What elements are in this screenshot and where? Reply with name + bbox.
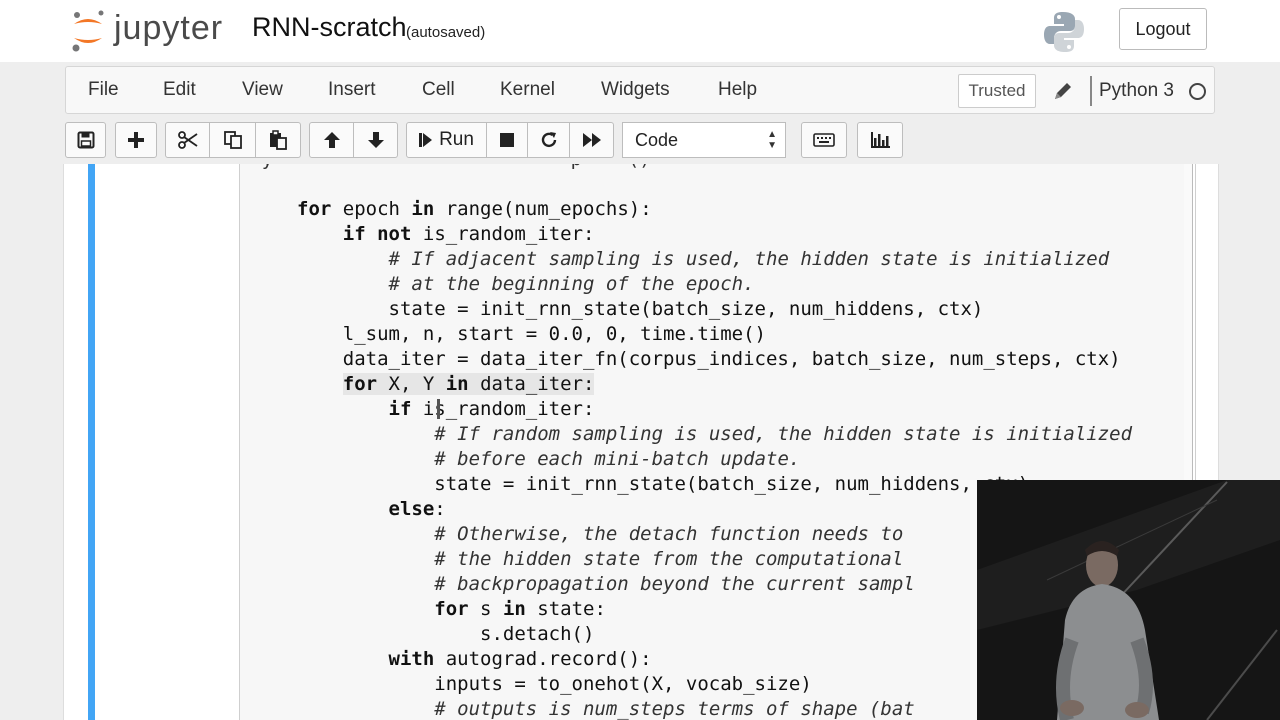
insert-cell-button[interactable] (115, 122, 157, 158)
bar-chart-icon (871, 132, 890, 148)
jupyter-logo-text: jupyter (114, 9, 224, 47)
code-line: for epoch in range(num_epochs): (297, 198, 652, 220)
code-line: state = init_rnn_state(batch_size, num_h… (297, 473, 1030, 495)
header: jupyter RNN-scratch (autosaved) Logout (0, 0, 1280, 62)
code-line: l_sum, n, start = 0.0, 0, time.time() (297, 323, 766, 345)
restart-button[interactable] (528, 122, 570, 158)
menu-widgets[interactable]: Widgets (601, 79, 670, 101)
selected-cell-indicator (88, 164, 95, 720)
code-line: if is_random_iter: (388, 398, 595, 420)
save-button[interactable] (65, 122, 106, 158)
menu-cell[interactable]: Cell (422, 79, 455, 101)
move-down-button[interactable] (354, 122, 398, 158)
arrow-down-icon (367, 132, 384, 148)
kernel-idle-indicator-icon (1189, 83, 1206, 100)
command-palette-button[interactable] (801, 122, 847, 158)
notebook-name[interactable]: RNN-scratch (252, 12, 407, 43)
cut-button[interactable] (165, 122, 210, 158)
code-line: # the hidden state from the computationa… (434, 548, 904, 570)
move-up-button[interactable] (309, 122, 354, 158)
keyboard-icon (813, 133, 835, 147)
code-line: for X, Y in data_iter: (342, 373, 595, 395)
menu-view[interactable]: View (242, 79, 283, 101)
code-line-partial: y p () (240, 164, 651, 170)
menu-edit[interactable]: Edit (163, 79, 196, 101)
restart-run-all-button[interactable] (570, 122, 614, 158)
text-cursor-icon (437, 399, 440, 419)
code-line: # before each mini-batch update. (434, 448, 801, 470)
code-line: inputs = to_onehot(X, vocab_size) (297, 673, 812, 695)
run-label: Run (439, 129, 474, 150)
code-line: # Otherwise, the detach function needs t… (434, 523, 904, 545)
copy-button[interactable] (210, 122, 256, 158)
fast-forward-icon (582, 133, 601, 147)
code-line: if not is_random_iter: (342, 223, 595, 245)
python-logo-icon (1044, 12, 1084, 52)
logout-button[interactable]: Logout (1119, 8, 1207, 50)
code-line: for s in state: (434, 598, 606, 620)
step-forward-icon (419, 133, 433, 147)
code-line: # If random sampling is used, the hidden… (434, 423, 1133, 445)
menu-file[interactable]: File (88, 79, 119, 101)
cell-type-value: Code (635, 130, 679, 150)
cell-type-select[interactable]: Code ▲ ▼ (622, 122, 786, 158)
scissors-icon (177, 131, 198, 149)
kernel-name[interactable]: Python 3 (1099, 80, 1174, 102)
presenter-video-icon (977, 480, 1280, 720)
code-line: with autograd.record(): (388, 648, 652, 670)
jupyter-logo-icon[interactable] (70, 8, 106, 54)
code-line: # outputs is num_steps terms of shape (b… (434, 698, 915, 720)
paste-button[interactable] (256, 122, 301, 158)
menubar: File Edit View Insert Cell Kernel Widget… (65, 66, 1215, 114)
paste-icon (270, 130, 287, 150)
restart-icon (541, 132, 556, 148)
menu-insert[interactable]: Insert (328, 79, 376, 101)
run-button[interactable]: Run (406, 122, 487, 158)
menu-kernel[interactable]: Kernel (500, 79, 555, 101)
menu-help[interactable]: Help (718, 79, 757, 101)
stop-icon (500, 133, 514, 147)
plus-icon (128, 132, 144, 148)
autosave-status: (autosaved) (406, 24, 486, 41)
interrupt-button[interactable] (487, 122, 528, 158)
chart-button[interactable] (857, 122, 903, 158)
webcam-overlay (977, 480, 1280, 720)
code-line: # If adjacent sampling is used, the hidd… (388, 248, 1110, 270)
arrow-up-icon (323, 132, 340, 148)
trusted-indicator[interactable]: Trusted (958, 74, 1036, 108)
copy-icon (223, 131, 242, 149)
code-line: s.detach() (297, 623, 595, 645)
select-arrows-icon: ▲ ▼ (767, 129, 777, 151)
code-line: state = init_rnn_state(batch_size, num_h… (297, 298, 984, 320)
kernel-separator (1090, 76, 1092, 106)
pencil-icon[interactable] (1052, 80, 1074, 102)
code-line: else: (388, 498, 446, 520)
code-line: data_iter = data_iter_fn(corpus_indices,… (297, 348, 1121, 370)
code-line: # at the beginning of the epoch. (388, 273, 755, 295)
save-icon (77, 131, 94, 149)
code-line: # backpropagation beyond the current sam… (434, 573, 915, 595)
